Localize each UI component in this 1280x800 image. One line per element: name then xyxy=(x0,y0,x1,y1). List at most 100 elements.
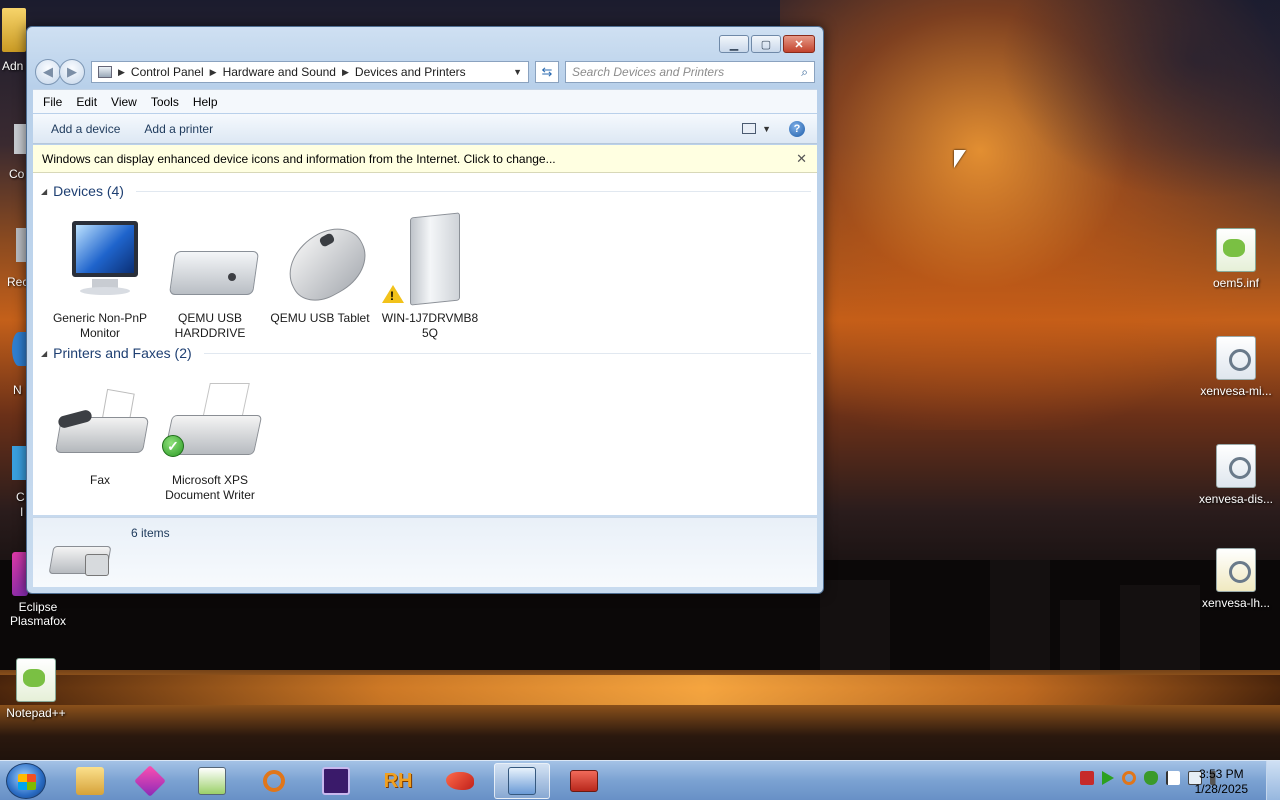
mouse-cursor-icon xyxy=(954,150,966,168)
add-device-button[interactable]: Add a device xyxy=(51,122,120,136)
maximize-button[interactable]: ▢ xyxy=(751,35,781,53)
folder-icon xyxy=(76,767,104,795)
desktop-icon-notepad-plus-plus[interactable]: Notepad++ xyxy=(0,658,76,720)
device-item[interactable]: ✓ Microsoft XPS Document Writer xyxy=(155,377,265,503)
wallpaper-clouds xyxy=(1000,0,1280,200)
shield-icon[interactable] xyxy=(1144,771,1158,785)
desktop-icon-partial[interactable] xyxy=(14,124,26,154)
device-label: QEMU USB Tablet xyxy=(270,311,370,325)
notepad-plus-plus-icon xyxy=(16,658,56,702)
printer-icon: ✓ xyxy=(162,377,263,469)
search-icon[interactable]: ⌕ xyxy=(801,65,808,80)
desktop-icon-partial[interactable] xyxy=(12,332,26,366)
desktop-icon-label: oem5.inf xyxy=(1212,276,1260,290)
menu-help[interactable]: Help xyxy=(193,95,218,109)
taskbar-control-panel[interactable] xyxy=(494,763,550,799)
desktop-icon-partial[interactable] xyxy=(12,446,26,480)
breadcrumb-item[interactable]: Devices and Printers xyxy=(355,65,466,79)
menu-file[interactable]: File xyxy=(43,95,62,109)
close-icon[interactable]: ✕ xyxy=(796,151,807,167)
minimize-button[interactable]: ▁ xyxy=(719,35,749,53)
refresh-button[interactable]: ⇆ xyxy=(535,61,559,83)
chili-pepper-icon xyxy=(446,772,474,790)
desktop-icon-label: xenvesa-lh... xyxy=(1201,596,1271,610)
desktop-icon-xenvesa-dis[interactable]: xenvesa-dis... xyxy=(1196,444,1276,506)
network-error-icon[interactable] xyxy=(1080,771,1094,785)
taskbar-rh-tool[interactable]: RH xyxy=(370,763,426,799)
device-label: WIN-1J7DRVMB8 5Q xyxy=(381,311,479,340)
divider xyxy=(135,190,811,192)
computer-tower-icon: ! xyxy=(382,212,478,307)
device-item[interactable]: Generic Non-PnP Monitor xyxy=(45,215,155,341)
group-header-devices[interactable]: ◢ Devices (4) xyxy=(41,183,811,199)
control-panel-icon xyxy=(98,66,112,78)
change-view-button[interactable]: ▼ xyxy=(742,123,771,134)
devices-and-printers-window[interactable]: ▁ ▢ ✕ ◀ ▶ ▶ Control Panel ▶ Hardware and… xyxy=(26,26,824,594)
taskbar-cpu-tool[interactable] xyxy=(308,763,364,799)
taskbar-toolbox[interactable] xyxy=(556,763,612,799)
device-item[interactable]: QEMU USB Tablet xyxy=(265,215,378,326)
menu-view[interactable]: View xyxy=(111,95,137,109)
menu-bar: File Edit View Tools Help xyxy=(33,89,817,113)
play-icon[interactable] xyxy=(1102,771,1114,785)
menu-tools[interactable]: Tools xyxy=(151,95,179,109)
close-button[interactable]: ✕ xyxy=(783,35,815,53)
collapse-triangle-icon[interactable]: ◢ xyxy=(41,187,47,196)
item-count: 6 items xyxy=(131,526,170,540)
desktop-icon-label: xenvesa-dis... xyxy=(1198,492,1274,506)
setup-file-icon xyxy=(1216,336,1256,380)
group-title: Devices (4) xyxy=(53,183,124,199)
plasmafox-icon xyxy=(134,765,166,797)
info-bar[interactable]: Windows can display enhanced device icon… xyxy=(33,145,817,173)
chevron-down-icon: ▼ xyxy=(762,123,771,134)
text-document-icon xyxy=(1216,548,1256,592)
desktop-icon-oem5-inf[interactable]: oem5.inf xyxy=(1196,228,1276,290)
device-item[interactable]: Fax xyxy=(45,377,155,488)
chevron-right-icon: ▶ xyxy=(341,66,349,77)
magnifier-icon xyxy=(263,770,285,792)
desktop-icon-partial[interactable] xyxy=(2,8,26,52)
back-button[interactable]: ◀ xyxy=(35,59,61,85)
devices-and-printers-icon xyxy=(47,524,117,582)
inf-file-icon xyxy=(1216,228,1256,272)
info-bar-text: Windows can display enhanced device icon… xyxy=(42,151,556,166)
desktop-icon-xenvesa-lh[interactable]: xenvesa-lh... xyxy=(1196,548,1276,610)
chevron-right-icon: ▶ xyxy=(118,66,125,77)
menu-edit[interactable]: Edit xyxy=(76,95,97,109)
taskbar-clock[interactable]: 3:53 PM 1/28/2025 xyxy=(1195,767,1248,797)
taskbar-chili-tool[interactable] xyxy=(432,763,488,799)
show-desktop-button[interactable] xyxy=(1266,761,1280,800)
taskbar-search-tool[interactable] xyxy=(246,763,302,799)
desktop-icon-partial-label: N xyxy=(13,383,22,397)
taskbar-plasmafox[interactable] xyxy=(122,763,178,799)
group-header-printers[interactable]: ◢ Printers and Faxes (2) xyxy=(41,345,811,361)
search-input[interactable]: Search Devices and Printers ⌕ xyxy=(565,61,815,83)
device-item[interactable]: ! WIN-1J7DRVMB8 5Q xyxy=(375,212,485,341)
command-bar-right: ▼ ? xyxy=(742,120,817,137)
desktop-icon-partial-label: Adn xyxy=(2,59,24,73)
add-printer-button[interactable]: Add a printer xyxy=(144,122,213,136)
address-bar[interactable]: ▶ Control Panel ▶ Hardware and Sound ▶ D… xyxy=(91,61,529,83)
desktop-icon-partial-label: I xyxy=(20,505,24,519)
clock-time: 3:53 PM xyxy=(1198,767,1244,781)
notepad-plus-plus-icon xyxy=(198,767,226,795)
help-icon[interactable]: ? xyxy=(789,120,805,137)
breadcrumb-item[interactable]: Hardware and Sound xyxy=(223,65,336,79)
start-button[interactable] xyxy=(6,763,46,799)
desktop-icon-label: Eclipse Plasmafox xyxy=(9,600,67,628)
chevron-right-icon: ▶ xyxy=(209,66,217,77)
collapse-triangle-icon[interactable]: ◢ xyxy=(41,349,47,358)
desktop-icon-xenvesa-mi[interactable]: xenvesa-mi... xyxy=(1196,336,1276,398)
desktop-icon-label: xenvesa-mi... xyxy=(1200,384,1272,398)
search-tray-icon[interactable] xyxy=(1122,771,1136,785)
chevron-down-icon[interactable]: ▼ xyxy=(513,67,522,77)
taskbar-notepad-plus-plus[interactable] xyxy=(184,763,240,799)
taskbar-explorer[interactable] xyxy=(62,763,118,799)
device-item[interactable]: QEMU USB HARDDRIVE xyxy=(155,215,265,341)
forward-button[interactable]: ▶ xyxy=(59,59,85,85)
flag-icon[interactable] xyxy=(1166,771,1180,785)
desktop-icon-partial[interactable] xyxy=(16,228,26,262)
device-label: Fax xyxy=(89,473,110,487)
taskbar: RH 3:53 PM 1/28/2025 xyxy=(0,760,1280,800)
breadcrumb-item[interactable]: Control Panel xyxy=(131,65,204,79)
